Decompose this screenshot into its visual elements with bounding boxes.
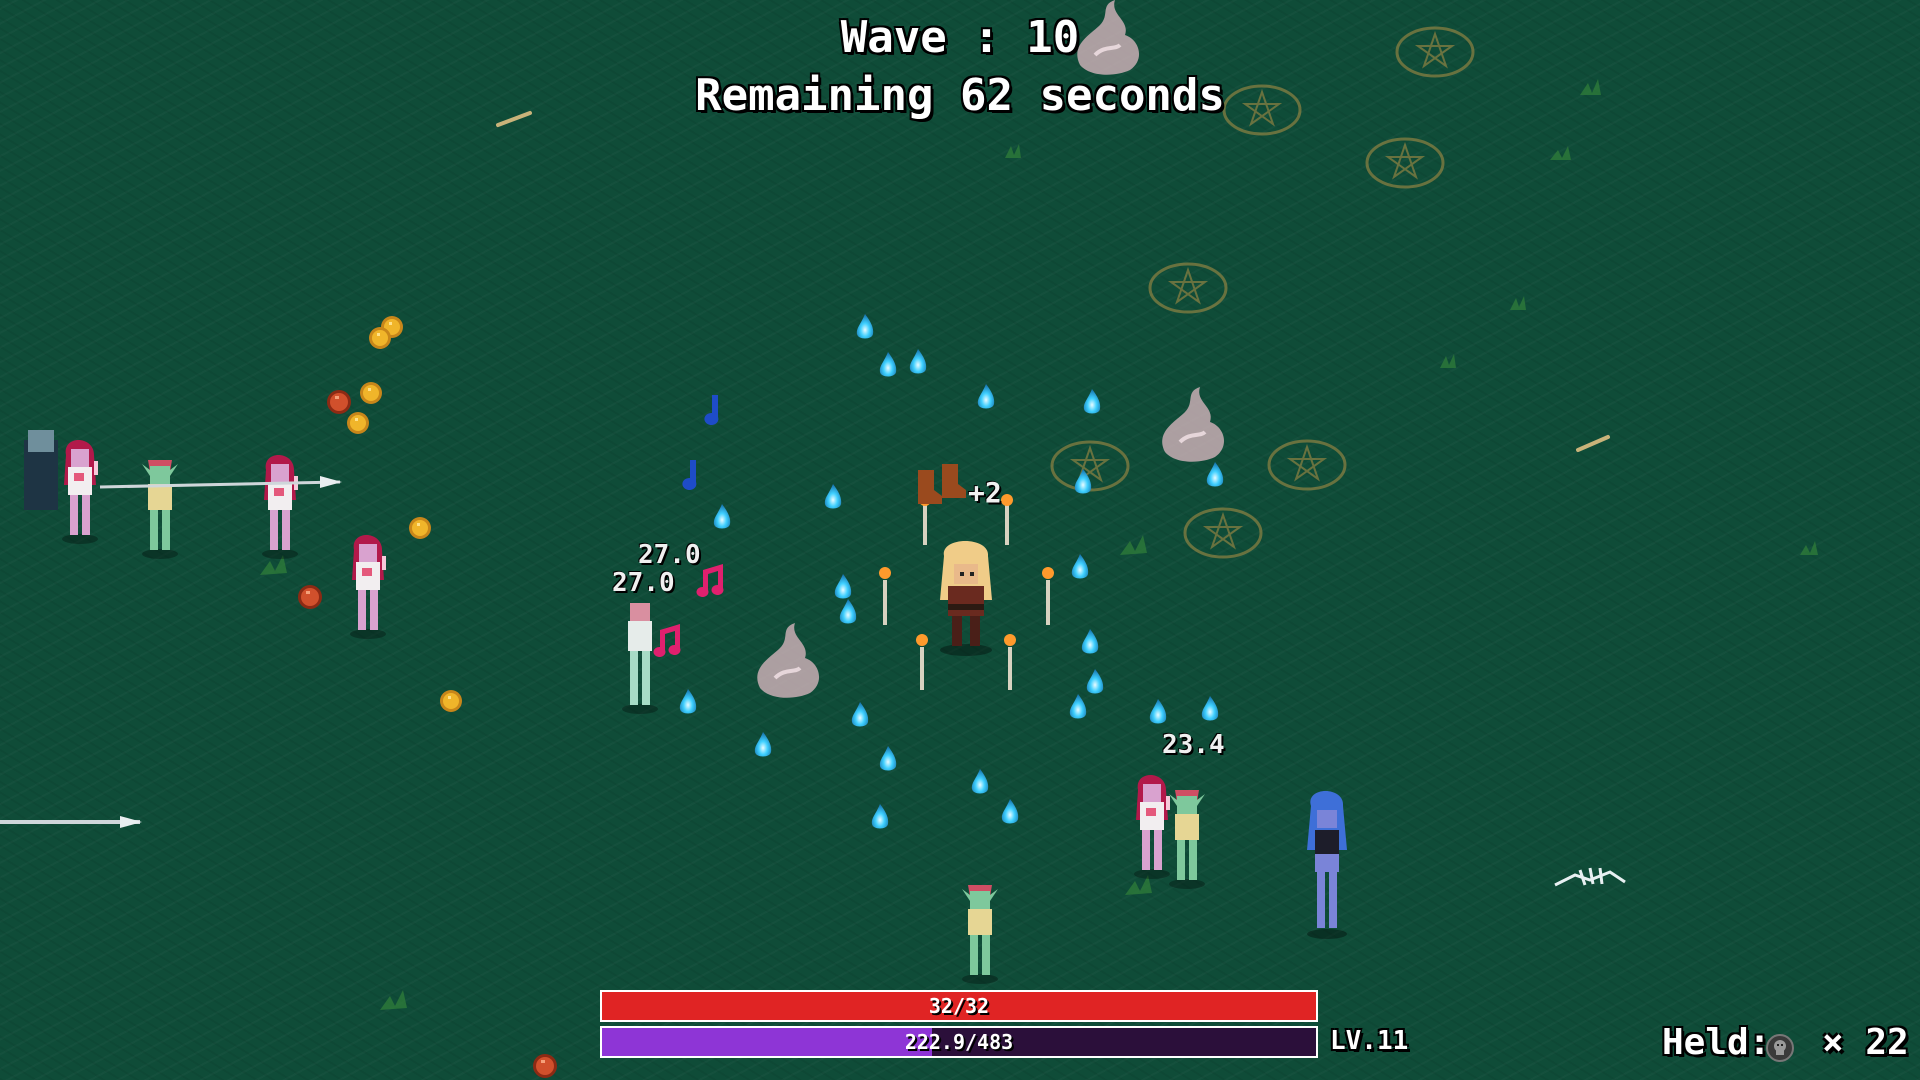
game-scene bbox=[0, 0, 1818, 1078]
health-bar-label: 32/32 bbox=[928, 994, 990, 1018]
wave-counter: Wave : 10 bbox=[840, 12, 1080, 63]
health-bar: 32/32 bbox=[600, 990, 1318, 1022]
skull-coin-icon bbox=[1766, 1034, 1794, 1062]
damage-number: 27.0 bbox=[612, 568, 675, 598]
damage-number: 23.4 bbox=[1162, 730, 1225, 760]
player-level: LV.11 bbox=[1330, 1026, 1409, 1056]
experience-bar: 222.9/483 bbox=[600, 1026, 1318, 1058]
pickup-counter: +2 bbox=[968, 476, 1002, 509]
damage-number: 27.0 bbox=[638, 540, 701, 570]
held-label: Held: bbox=[1662, 1022, 1771, 1063]
held-count: × 22 bbox=[1822, 1022, 1909, 1063]
experience-bar-label: 222.9/483 bbox=[904, 1030, 1014, 1054]
game-field[interactable]: 27.0 27.0 23.4 +2 bbox=[0, 0, 1920, 1080]
wave-timer: Remaining 62 seconds bbox=[695, 70, 1225, 121]
